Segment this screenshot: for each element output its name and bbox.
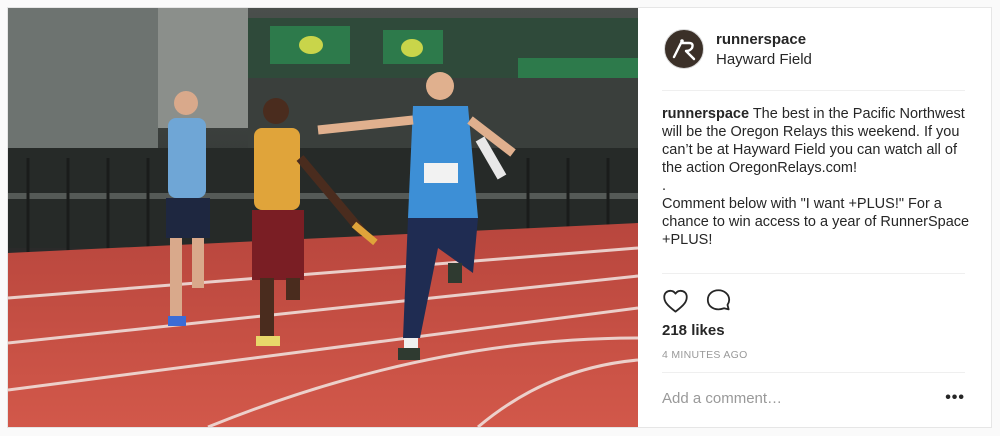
comment-divider: [662, 372, 965, 373]
post-timestamp[interactable]: 4 MINUTES AGO: [662, 349, 748, 361]
caption-divider: [662, 273, 965, 274]
likes-count[interactable]: 218 likes: [662, 322, 725, 339]
header-divider: [662, 90, 965, 91]
caption: runnerspace The best in the Pacific Nort…: [662, 105, 972, 249]
caption-username[interactable]: runnerspace: [662, 106, 749, 122]
heart-icon[interactable]: [662, 288, 689, 315]
avatar[interactable]: [664, 29, 704, 69]
post-header: runnerspace Hayward Field: [638, 8, 991, 90]
more-options-icon[interactable]: •••: [945, 389, 965, 407]
header-location[interactable]: Hayward Field: [716, 51, 812, 68]
post-side-panel: runnerspace Hayward Field runnerspace Th…: [638, 8, 991, 427]
caption-line-3: Comment below with "I want +PLUS!" For a…: [662, 196, 970, 248]
runnerspace-logo-icon: [672, 39, 696, 61]
header-text: runnerspace Hayward Field: [716, 31, 812, 68]
comment-bubble-icon[interactable]: [705, 288, 732, 315]
comment-row: •••: [662, 388, 965, 408]
comment-input[interactable]: [662, 389, 922, 407]
caption-line-2: .: [662, 178, 667, 194]
header-username[interactable]: runnerspace: [716, 31, 812, 48]
post-actions: [662, 288, 732, 315]
post-card: runnerspace Hayward Field runnerspace Th…: [7, 7, 992, 428]
caption-line-1: runnerspace The best in the Pacific Nort…: [662, 105, 972, 177]
post-photo[interactable]: [8, 8, 638, 427]
relay-race-photo: [8, 8, 638, 427]
